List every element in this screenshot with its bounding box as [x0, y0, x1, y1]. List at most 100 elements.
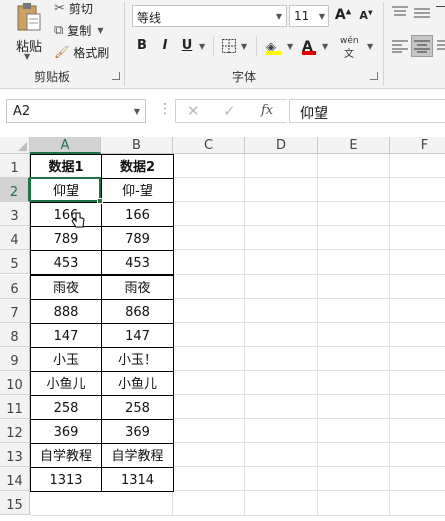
table-cell[interactable]: 258 [101, 395, 174, 421]
phonetic-guide-button[interactable]: wén 文 [338, 34, 366, 60]
clipboard-launcher-icon[interactable] [112, 72, 120, 80]
row-header-14[interactable]: 14 [0, 467, 30, 492]
bold-button[interactable]: B [135, 38, 149, 53]
chevron-down-icon: ▼ [275, 12, 282, 21]
table-cell[interactable]: 小玉！ [101, 346, 174, 372]
row-header-9[interactable]: 9 [0, 346, 30, 371]
copy-button[interactable]: ⧉ 复制 ▼ [54, 22, 103, 38]
row-header-10[interactable]: 10 [0, 370, 30, 395]
header-cell[interactable]: 数据2 [101, 154, 174, 180]
fill-handle[interactable] [97, 198, 103, 204]
column-header-b[interactable]: B [101, 137, 173, 154]
row-header-7[interactable]: 7 [0, 298, 30, 323]
column-header-a[interactable]: A [30, 137, 101, 154]
font-color-dropdown-icon[interactable]: ▼ [322, 42, 328, 51]
table-cell[interactable]: 小鱼儿 [101, 370, 174, 396]
table-cell[interactable]: 自学教程 [101, 443, 174, 469]
column-header-f[interactable]: F [390, 137, 445, 154]
clipboard-group-label: 剪贴板 [34, 70, 71, 84]
name-box[interactable]: A2 ▼ [6, 99, 146, 123]
font-name-dropdown[interactable]: 等线 ▼ [132, 5, 287, 27]
row-header-6[interactable]: 6 [0, 274, 30, 299]
font-size-dropdown[interactable]: 11 ▼ [289, 5, 329, 27]
table-cell[interactable]: 小玉 [30, 346, 102, 372]
table-cell[interactable]: 雨夜 [30, 274, 102, 300]
group-separator [383, 2, 384, 86]
table-cell[interactable]: 147 [101, 322, 174, 348]
row-header-5[interactable]: 5 [0, 250, 30, 275]
table-cell[interactable]: 147 [30, 322, 102, 348]
table-cell[interactable]: 雨夜 [101, 274, 174, 300]
copy-dropdown-icon[interactable]: ▼ [97, 26, 103, 35]
active-cell-selection[interactable] [29, 177, 101, 202]
table-cell[interactable]: 369 [30, 419, 102, 445]
row-header-11[interactable]: 11 [0, 395, 30, 420]
table-cell[interactable]: 166 [30, 202, 102, 228]
font-launcher-icon[interactable] [370, 72, 378, 80]
fill-color-dropdown-icon[interactable]: ▼ [287, 42, 293, 51]
borders-icon[interactable] [222, 39, 236, 53]
more-options-icon[interactable]: ⋮ [158, 101, 172, 117]
row-header-1[interactable]: 1 [0, 154, 30, 179]
italic-button[interactable]: I [158, 38, 172, 53]
phonetic-char-icon: 文 [344, 49, 354, 60]
table-cell[interactable]: 369 [101, 419, 174, 445]
table-cell[interactable]: 1314 [101, 467, 174, 493]
align-right-icon[interactable] [437, 39, 445, 53]
row-header-3[interactable]: 3 [0, 202, 30, 227]
table-cell[interactable]: 166 [101, 202, 174, 228]
row-header-4[interactable]: 4 [0, 226, 30, 251]
align-left-icon[interactable] [392, 39, 408, 53]
align-middle-partial-icon[interactable] [436, 6, 445, 21]
formula-input[interactable]: 仰望 [289, 99, 445, 123]
table-cell[interactable]: 868 [101, 298, 174, 324]
align-center-icon [414, 40, 430, 53]
column-header-e[interactable]: E [318, 137, 390, 154]
align-top-icon[interactable] [392, 6, 408, 20]
format-painter-button[interactable]: 🖌 格式刷 [54, 44, 109, 60]
row-header-15[interactable]: 15 [0, 491, 30, 516]
name-box-value: A2 [13, 104, 31, 119]
table-cell[interactable]: 自学教程 [30, 443, 102, 469]
row-gridline [30, 514, 445, 516]
table-cell[interactable]: 仰-望 [101, 178, 174, 204]
phonetic-dropdown-icon[interactable]: ▼ [367, 42, 373, 51]
paste-button[interactable]: 粘贴 ▼ [8, 2, 50, 61]
row-header-12[interactable]: 12 [0, 419, 30, 444]
font-group-label: 字体 [232, 70, 257, 84]
fill-color-button[interactable]: ◈ [266, 36, 286, 56]
align-center-button[interactable] [411, 35, 433, 57]
select-all-corner[interactable] [0, 137, 30, 154]
paste-dropdown-icon[interactable]: ▼ [24, 52, 30, 61]
separator [256, 36, 257, 56]
column-header-d[interactable]: D [245, 137, 318, 154]
table-cell[interactable]: 789 [30, 226, 102, 252]
table-cell[interactable]: 888 [30, 298, 102, 324]
borders-dropdown-icon[interactable]: ▼ [241, 42, 247, 51]
cancel-icon[interactable]: ✕ [187, 102, 200, 120]
decrease-font-button[interactable]: A▼ [358, 9, 374, 22]
insert-function-icon[interactable]: fx [261, 103, 273, 118]
table-cell[interactable]: 453 [101, 250, 174, 276]
cut-button[interactable]: ✂ 剪切 [54, 0, 93, 16]
font-color-button[interactable]: A [302, 36, 318, 56]
header-cell[interactable]: 数据1 [30, 154, 102, 180]
font-size-value: 11 [294, 9, 310, 23]
table-cell[interactable]: 453 [30, 250, 102, 276]
table-cell[interactable]: 小鱼儿 [30, 370, 102, 396]
table-cell[interactable]: 789 [101, 226, 174, 252]
font-name-value: 等线 [137, 11, 162, 25]
row-header-13[interactable]: 13 [0, 443, 30, 468]
table-cell[interactable]: 1313 [30, 467, 102, 493]
table-cell[interactable]: 258 [30, 395, 102, 421]
chevron-down-icon: ▼ [318, 12, 325, 21]
chevron-down-icon[interactable]: ▼ [134, 107, 140, 116]
align-middle-icon[interactable] [414, 6, 430, 20]
column-header-c[interactable]: C [173, 137, 245, 154]
enter-icon[interactable]: ✓ [223, 102, 236, 120]
increase-font-button[interactable]: A▲ [334, 7, 352, 23]
row-header-8[interactable]: 8 [0, 322, 30, 347]
underline-dropdown-icon[interactable]: ▼ [199, 42, 205, 51]
underline-button[interactable]: U [180, 38, 194, 53]
row-header-2[interactable]: 2 [0, 178, 30, 203]
